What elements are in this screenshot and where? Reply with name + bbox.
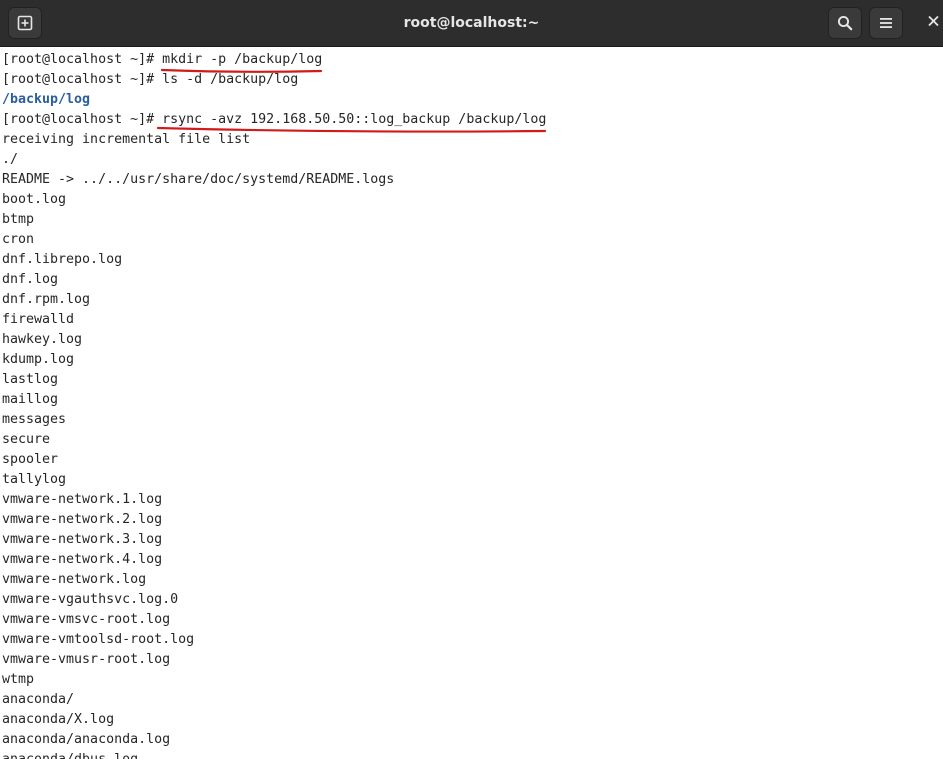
- output-line: firewalld: [2, 310, 74, 330]
- output-text: spooler: [2, 452, 59, 467]
- output-line: vmware-vmusr-root.log: [2, 650, 170, 670]
- output-line: lastlog: [2, 370, 58, 390]
- output-line: wtmp: [2, 670, 34, 690]
- output-text: vmware-vgauthsvc.log.0: [2, 592, 179, 607]
- output-line: ./: [2, 150, 18, 170]
- shell-prompt: [root@localhost ~]#: [2, 112, 163, 127]
- output-text: vmware-network.2.log: [2, 512, 163, 527]
- output-text: receiving incremental file list: [2, 132, 251, 147]
- command-line: [root@localhost ~]# ls -d /backup/log: [2, 70, 298, 90]
- output-line: vmware-network.3.log: [2, 530, 162, 550]
- output-text: README -> ../../usr/share/doc/systemd/RE…: [2, 172, 395, 187]
- output-line: vmware-vgauthsvc.log.0: [2, 590, 178, 610]
- output-line: dnf.librepo.log: [2, 250, 122, 270]
- output-text: vmware-vmsvc-root.log: [2, 612, 171, 627]
- command-text: mkdir -p /backup/log: [162, 52, 323, 67]
- command-text: ls -d /backup/log: [162, 72, 299, 87]
- output-line: vmware-network.1.log: [2, 490, 162, 510]
- output-text: dnf.log: [2, 272, 59, 287]
- output-text: anaconda/anaconda.log: [2, 732, 171, 747]
- output-line: dnf.rpm.log: [2, 290, 90, 310]
- output-text: vmware-network.3.log: [2, 532, 163, 547]
- output-line: boot.log: [2, 190, 66, 210]
- output-text: vmware-network.log: [2, 572, 147, 587]
- output-line: tallylog: [2, 470, 66, 490]
- terminal-window: root@localhost:~ [root@localhost ~]# mkd…: [0, 0, 943, 759]
- output-line: messages: [2, 410, 66, 430]
- window-title: root@localhost:~: [403, 15, 540, 31]
- output-line: spooler: [2, 450, 58, 470]
- title-bar: root@localhost:~: [0, 0, 943, 47]
- directory-output: /backup/log: [2, 92, 91, 107]
- output-text: lastlog: [2, 372, 59, 387]
- output-text: dnf.rpm.log: [2, 292, 91, 307]
- output-line: kdump.log: [2, 350, 74, 370]
- output-text: secure: [2, 432, 51, 447]
- output-text: vmware-network.4.log: [2, 552, 163, 567]
- output-line: hawkey.log: [2, 330, 82, 350]
- output-text: anaconda/X.log: [2, 712, 115, 727]
- output-text: kdump.log: [2, 352, 75, 367]
- output-text: vmware-vmusr-root.log: [2, 652, 171, 667]
- output-line: maillog: [2, 390, 58, 410]
- output-line: anaconda/X.log: [2, 710, 114, 730]
- menu-button[interactable]: [869, 7, 903, 39]
- output-text: dnf.librepo.log: [2, 252, 123, 267]
- output-text: cron: [2, 232, 35, 247]
- output-text: firewalld: [2, 312, 75, 327]
- output-text: maillog: [2, 392, 59, 407]
- output-text: boot.log: [2, 192, 67, 207]
- output-text: btmp: [2, 212, 35, 227]
- close-icon: [926, 14, 943, 33]
- output-line: vmware-network.4.log: [2, 550, 162, 570]
- output-line: vmware-vmtoolsd-root.log: [2, 630, 194, 650]
- search-button[interactable]: [828, 7, 862, 39]
- output-line: vmware-vmsvc-root.log: [2, 610, 170, 630]
- command-line: [root@localhost ~]# mkdir -p /backup/log: [2, 50, 322, 70]
- shell-prompt: [root@localhost ~]#: [2, 72, 163, 87]
- output-line: anaconda/: [2, 690, 74, 710]
- output-text: ./: [2, 152, 19, 167]
- output-line: receiving incremental file list: [2, 130, 250, 150]
- output-line: secure: [2, 430, 50, 450]
- shell-prompt: [root@localhost ~]#: [2, 52, 163, 67]
- output-line: btmp: [2, 210, 34, 230]
- output-line: README -> ../../usr/share/doc/systemd/RE…: [2, 170, 394, 190]
- output-line: vmware-network.log: [2, 570, 146, 590]
- hamburger-menu-icon: [879, 16, 893, 30]
- output-text: anaconda/dbus.log: [2, 752, 138, 759]
- terminal-output[interactable]: [root@localhost ~]# mkdir -p /backup/log…: [0, 49, 943, 759]
- output-line: vmware-network.2.log: [2, 510, 162, 530]
- output-text: vmware-vmtoolsd-root.log: [2, 632, 195, 647]
- output-text: anaconda/: [2, 692, 75, 707]
- output-text: vmware-network.1.log: [2, 492, 163, 507]
- output-text: hawkey.log: [2, 332, 83, 347]
- command-line: [root@localhost ~]# rsync -avz 192.168.5…: [2, 110, 546, 130]
- search-icon: [837, 15, 853, 31]
- close-button[interactable]: [926, 13, 943, 33]
- output-line: cron: [2, 230, 34, 250]
- output-line: anaconda/anaconda.log: [2, 730, 170, 750]
- output-text: messages: [2, 412, 67, 427]
- output-line: dnf.log: [2, 270, 58, 290]
- output-text: wtmp: [2, 672, 35, 687]
- output-text: tallylog: [2, 472, 67, 487]
- output-line: anaconda/dbus.log: [2, 750, 138, 759]
- command-text: rsync -avz 192.168.50.50::log_backup /ba…: [162, 112, 547, 127]
- output-line: /backup/log: [2, 90, 90, 110]
